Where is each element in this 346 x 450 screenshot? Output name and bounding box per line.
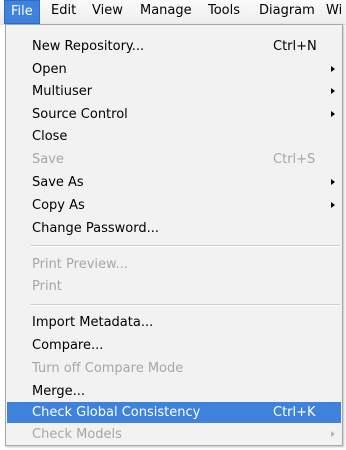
menu-item-check-global-consistency[interactable]: Check Global Consistency Ctrl+K (7, 402, 341, 423)
menu-item-shortcut: Ctrl+N (273, 39, 317, 54)
submenu-arrow-icon (331, 66, 335, 72)
menu-item-check-models: Check Models (7, 424, 341, 445)
submenu-arrow-icon (331, 202, 335, 208)
submenu-arrow-icon (331, 431, 335, 437)
menu-file[interactable]: File (4, 0, 40, 24)
menu-item-new-repository[interactable]: New Repository... Ctrl+N (7, 36, 341, 57)
menu-item-label: Multiuser (32, 84, 93, 99)
menu-item-save-as[interactable]: Save As (7, 172, 341, 193)
menu-item-print-preview: Print Preview... (7, 254, 341, 275)
menu-edit[interactable]: Edit (45, 0, 82, 24)
menu-item-shortcut: Ctrl+S (273, 152, 316, 167)
menu-item-source-control[interactable]: Source Control (7, 104, 341, 125)
menu-item-label: Source Control (32, 107, 128, 122)
menu-item-label: Print (32, 279, 62, 294)
menu-item-label: Import Metadata... (32, 315, 154, 330)
menu-item-label: Change Password... (32, 221, 160, 236)
menu-item-close[interactable]: Close (7, 126, 341, 147)
file-menu-dropdown: New Repository... Ctrl+N Open Multiuser … (5, 24, 343, 446)
menu-item-multiuser[interactable]: Multiuser (7, 81, 341, 102)
menu-item-change-password[interactable]: Change Password... (7, 218, 341, 239)
menu-manage[interactable]: Manage (134, 0, 198, 24)
menu-item-merge[interactable]: Merge... (7, 381, 341, 402)
menu-separator (30, 245, 340, 247)
menu-item-label: Turn off Compare Mode (32, 361, 184, 376)
menu-item-turn-off-compare-mode: Turn off Compare Mode (7, 358, 341, 379)
menu-item-import-metadata[interactable]: Import Metadata... (7, 312, 341, 333)
menu-item-compare[interactable]: Compare... (7, 335, 341, 356)
menu-item-label: Save As (32, 175, 84, 190)
menu-item-label: Compare... (32, 338, 104, 353)
menu-item-label: Open (32, 62, 67, 77)
menu-item-label: Save (32, 152, 64, 167)
menu-item-print: Print (7, 276, 341, 297)
menu-separator (30, 304, 340, 306)
menu-item-label: Check Global Consistency (32, 405, 201, 420)
menu-item-label: Copy As (32, 198, 85, 213)
menu-item-save: Save Ctrl+S (7, 149, 341, 170)
menu-bar: File Edit View Manage Tools Diagram Wi (0, 0, 346, 25)
menu-view[interactable]: View (86, 0, 129, 24)
menu-item-label: New Repository... (32, 39, 145, 54)
menu-item-shortcut: Ctrl+K (273, 405, 316, 420)
menu-diagram[interactable]: Diagram (253, 0, 321, 24)
menu-item-label: Merge... (32, 384, 85, 399)
submenu-arrow-icon (331, 111, 335, 117)
menu-item-label: Close (32, 129, 68, 144)
menu-item-label: Check Models (32, 427, 122, 442)
submenu-arrow-icon (331, 88, 335, 94)
menu-item-open[interactable]: Open (7, 59, 341, 80)
menu-window[interactable]: Wi (320, 0, 346, 24)
menu-item-label: Print Preview... (32, 257, 128, 272)
submenu-arrow-icon (331, 179, 335, 185)
menu-item-copy-as[interactable]: Copy As (7, 195, 341, 216)
menu-tools[interactable]: Tools (202, 0, 246, 24)
